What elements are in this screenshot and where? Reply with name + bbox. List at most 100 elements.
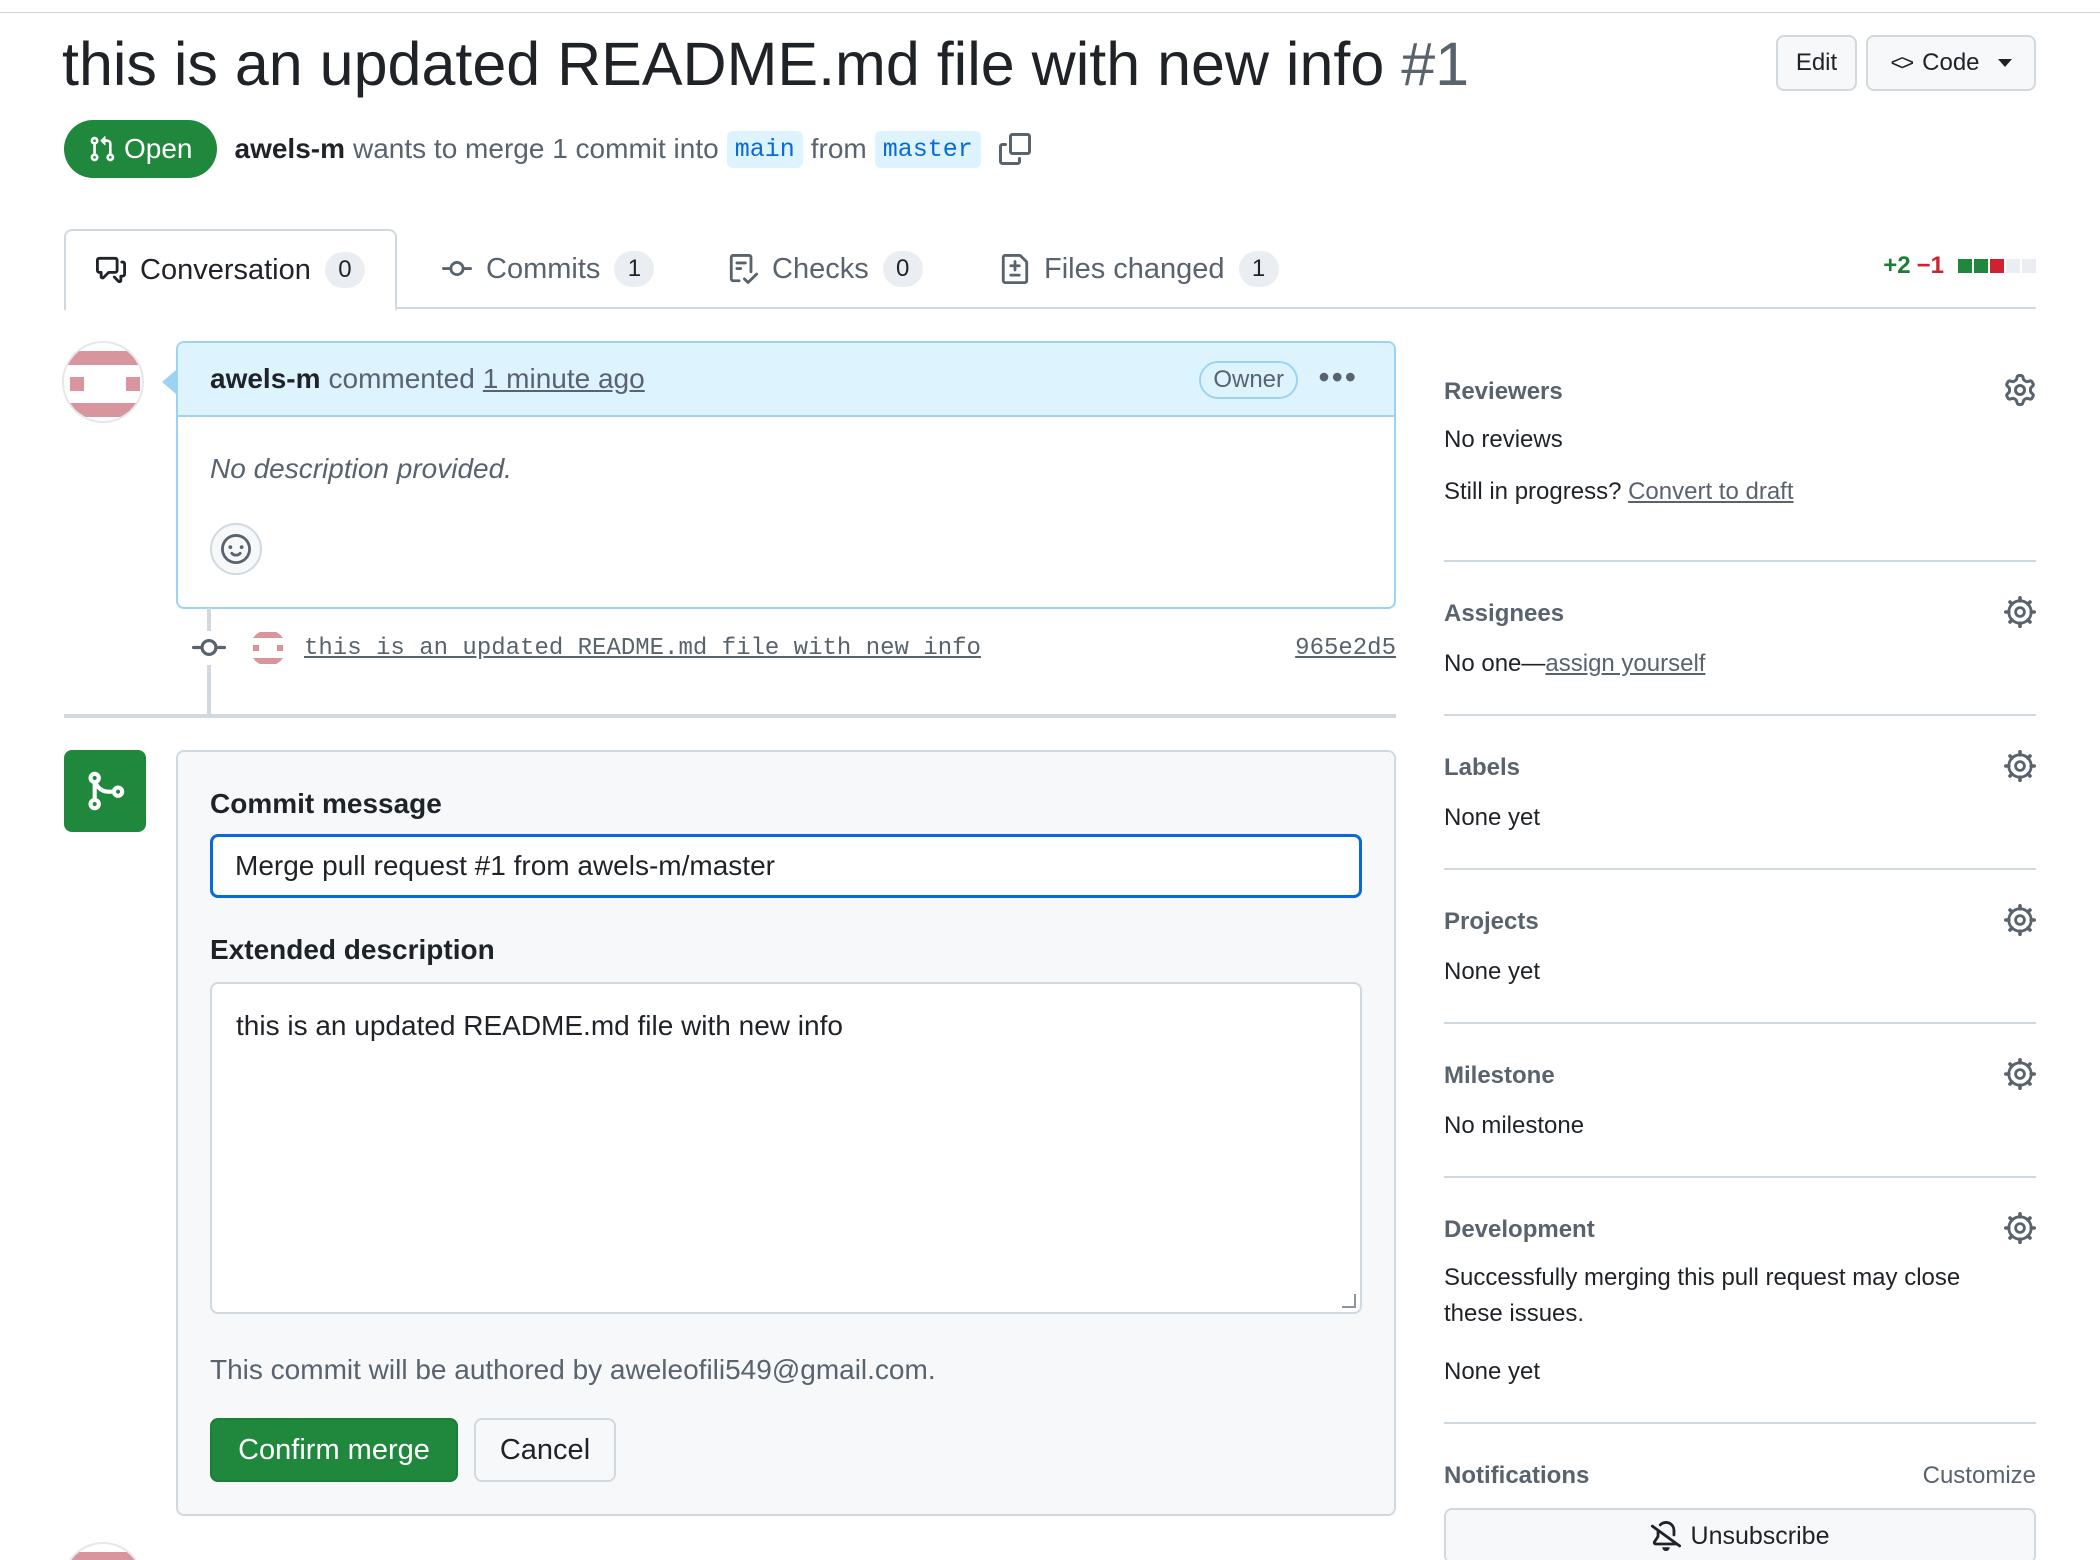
tab-files-changed-count: 1: [1238, 251, 1279, 287]
copy-icon[interactable]: [998, 133, 1031, 165]
divider: [1444, 1022, 2036, 1024]
draft-row: Still in progress? Convert to draft: [1444, 474, 1794, 510]
code-button[interactable]: <> Code: [1866, 35, 2036, 91]
git-merge-icon: [64, 750, 146, 832]
tab-conversation[interactable]: Conversation 0: [64, 229, 397, 311]
development-title[interactable]: Development: [1444, 1216, 1595, 1244]
comment-box: awels-m commented 1 minute ago Owner •••…: [176, 341, 1396, 609]
commit-message-input[interactable]: Merge pull request #1 from awels-m/maste…: [210, 834, 1362, 898]
unsubscribe-label: Unsubscribe: [1690, 1521, 1830, 1550]
from-text: from: [810, 133, 867, 164]
divider: [1444, 560, 2036, 562]
merge-form: Commit message Merge pull request #1 fro…: [176, 750, 1396, 1516]
kebab-horizontal-icon[interactable]: •••: [1318, 359, 1358, 396]
commit-author-avatar[interactable]: [250, 630, 286, 666]
comment-discussion-icon: [96, 256, 126, 284]
status-badge: Open: [64, 120, 217, 178]
merge-text: wants to merge 1 commit into: [353, 133, 719, 164]
avatar[interactable]: [62, 1542, 144, 1560]
assignees-prefix: No one—: [1444, 650, 1546, 677]
divider: [1444, 714, 2036, 716]
comment-arrow: [162, 370, 176, 394]
head-branch[interactable]: master: [874, 130, 981, 168]
gear-icon[interactable]: [2004, 750, 2036, 782]
diffstat-block-added: [1958, 259, 1972, 273]
tab-commits-label: Commits: [486, 252, 601, 285]
add-reaction-button[interactable]: [210, 523, 262, 575]
pr-tabs: Conversation 0 Commits 1 Checks 0 Files …: [64, 229, 2036, 311]
base-branch[interactable]: main: [726, 130, 803, 168]
confirm-merge-button[interactable]: Confirm merge: [210, 1418, 458, 1482]
git-commit-icon: [192, 631, 226, 665]
milestone-value: No milestone: [1444, 1112, 1585, 1139]
tab-conversation-count: 0: [324, 252, 365, 288]
comment-author[interactable]: awels-m: [210, 363, 321, 395]
notifications-title: Notifications: [1444, 1462, 1590, 1489]
diffstat-block-neutral: [2022, 259, 2036, 273]
commit-message-label: Commit message: [210, 788, 442, 819]
comment-action: commented: [328, 363, 475, 394]
comment-body: No description provided.: [210, 453, 512, 484]
milestone-title[interactable]: Milestone: [1444, 1062, 1555, 1090]
divider: [1444, 1176, 2036, 1178]
assign-yourself-link[interactable]: assign yourself: [1545, 650, 1705, 677]
code-button-label: Code: [1922, 49, 1980, 76]
smiley-icon: [221, 534, 251, 564]
extended-description-textarea[interactable]: this is an updated README.md file with n…: [210, 982, 1362, 1314]
tab-commits-count: 1: [614, 251, 655, 287]
gear-icon[interactable]: [2004, 904, 2036, 936]
projects-value: None yet: [1444, 958, 1541, 985]
extended-description-value: this is an updated README.md file with n…: [236, 1010, 843, 1041]
projects-title[interactable]: Projects: [1444, 908, 1539, 936]
pr-meta: Open awels-m wants to merge 1 commit int…: [64, 120, 1031, 178]
pr-author-link[interactable]: awels-m: [235, 133, 346, 165]
divider: [1444, 1422, 2036, 1424]
gear-icon[interactable]: [2004, 374, 2036, 406]
labels-title[interactable]: Labels: [1444, 754, 1520, 782]
checklist-icon: [729, 254, 758, 284]
identicon: [64, 1552, 142, 1560]
owner-badge: Owner: [1199, 361, 1298, 399]
git-pull-request-icon: [90, 136, 115, 162]
tab-checks[interactable]: Checks 0: [728, 229, 923, 309]
diffstat-additions: +2: [1883, 252, 1911, 279]
resize-handle[interactable]: [1342, 1294, 1356, 1308]
commit-row: this is an updated README.md file with n…: [192, 628, 1396, 668]
comment-timestamp[interactable]: 1 minute ago: [483, 363, 645, 395]
customize-link[interactable]: Customize: [1923, 1462, 2036, 1490]
avatar[interactable]: [62, 341, 144, 423]
top-border: [0, 12, 2100, 13]
diffstat-deletions: −1: [1916, 252, 1944, 279]
extended-description-label: Extended description: [210, 934, 495, 965]
page-title: this is an updated README.md file with n…: [62, 28, 1469, 100]
reviewers-title[interactable]: Reviewers: [1444, 378, 1563, 406]
cancel-button[interactable]: Cancel: [474, 1418, 616, 1482]
assignees-title[interactable]: Assignees: [1444, 600, 1564, 628]
diffstat-block-deleted: [1990, 259, 2004, 273]
chevron-down-icon: [1997, 59, 2012, 67]
development-desc: Successfully merging this pull request m…: [1444, 1264, 1961, 1327]
unsubscribe-button[interactable]: Unsubscribe: [1444, 1508, 2036, 1560]
gear-icon[interactable]: [2004, 596, 2036, 628]
tab-commits[interactable]: Commits 1: [442, 229, 655, 309]
convert-to-draft-link[interactable]: Convert to draft: [1628, 478, 1793, 505]
tab-checks-label: Checks: [772, 252, 869, 285]
commit-message-link[interactable]: this is an updated README.md file with n…: [304, 635, 981, 662]
edit-button[interactable]: Edit: [1776, 35, 1857, 91]
gear-icon[interactable]: [2004, 1212, 2036, 1244]
pr-title-text: this is an updated README.md file with n…: [62, 30, 1385, 98]
pr-number: #1: [1401, 30, 1470, 98]
commit-sha-link[interactable]: 965e2d5: [1295, 635, 1396, 662]
header-actions: Edit <> Code: [1776, 35, 2036, 91]
diffstat[interactable]: +2 −1: [1883, 252, 2036, 280]
code-icon: <>: [1890, 50, 1914, 75]
tab-files-changed[interactable]: Files changed 1: [1000, 229, 1279, 309]
tab-files-changed-label: Files changed: [1044, 252, 1225, 285]
development-value: None yet: [1444, 1358, 1541, 1385]
merge-summary: awels-m wants to merge 1 commit into mai…: [235, 130, 1031, 168]
file-diff-icon: [1001, 254, 1029, 284]
timeline-separator: [64, 714, 1396, 718]
gear-icon[interactable]: [2004, 1058, 2036, 1090]
diffstat-blocks: [1958, 259, 2036, 273]
comment-header: awels-m commented 1 minute ago Owner •••: [178, 343, 1394, 417]
